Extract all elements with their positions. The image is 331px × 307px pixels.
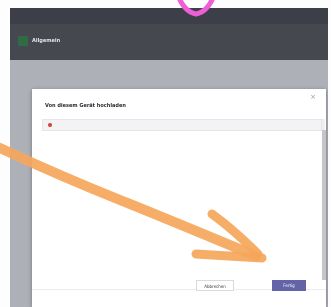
cancel-button[interactable]: Abbrechen <box>196 280 234 291</box>
channel-header: Allgemein <box>10 24 328 60</box>
file-type-icon <box>48 123 52 127</box>
team-logo-icon <box>18 36 28 46</box>
file-list-item[interactable] <box>42 119 322 131</box>
window-title <box>130 12 240 20</box>
close-icon[interactable]: × <box>308 92 318 102</box>
page-scrollbar[interactable] <box>322 130 326 280</box>
upload-dialog: Von diesem Gerät hochladen × <box>32 89 326 307</box>
dialog-title: Von diesem Gerät hochladen <box>45 103 126 109</box>
done-button[interactable]: Fertig <box>272 280 306 291</box>
photo-stage: Allgemein Von diesem Gerät hochladen × A… <box>0 0 331 307</box>
channel-name: Allgemein <box>32 38 61 44</box>
teams-window: Allgemein Von diesem Gerät hochladen × <box>10 8 328 307</box>
title-bar <box>10 8 328 24</box>
